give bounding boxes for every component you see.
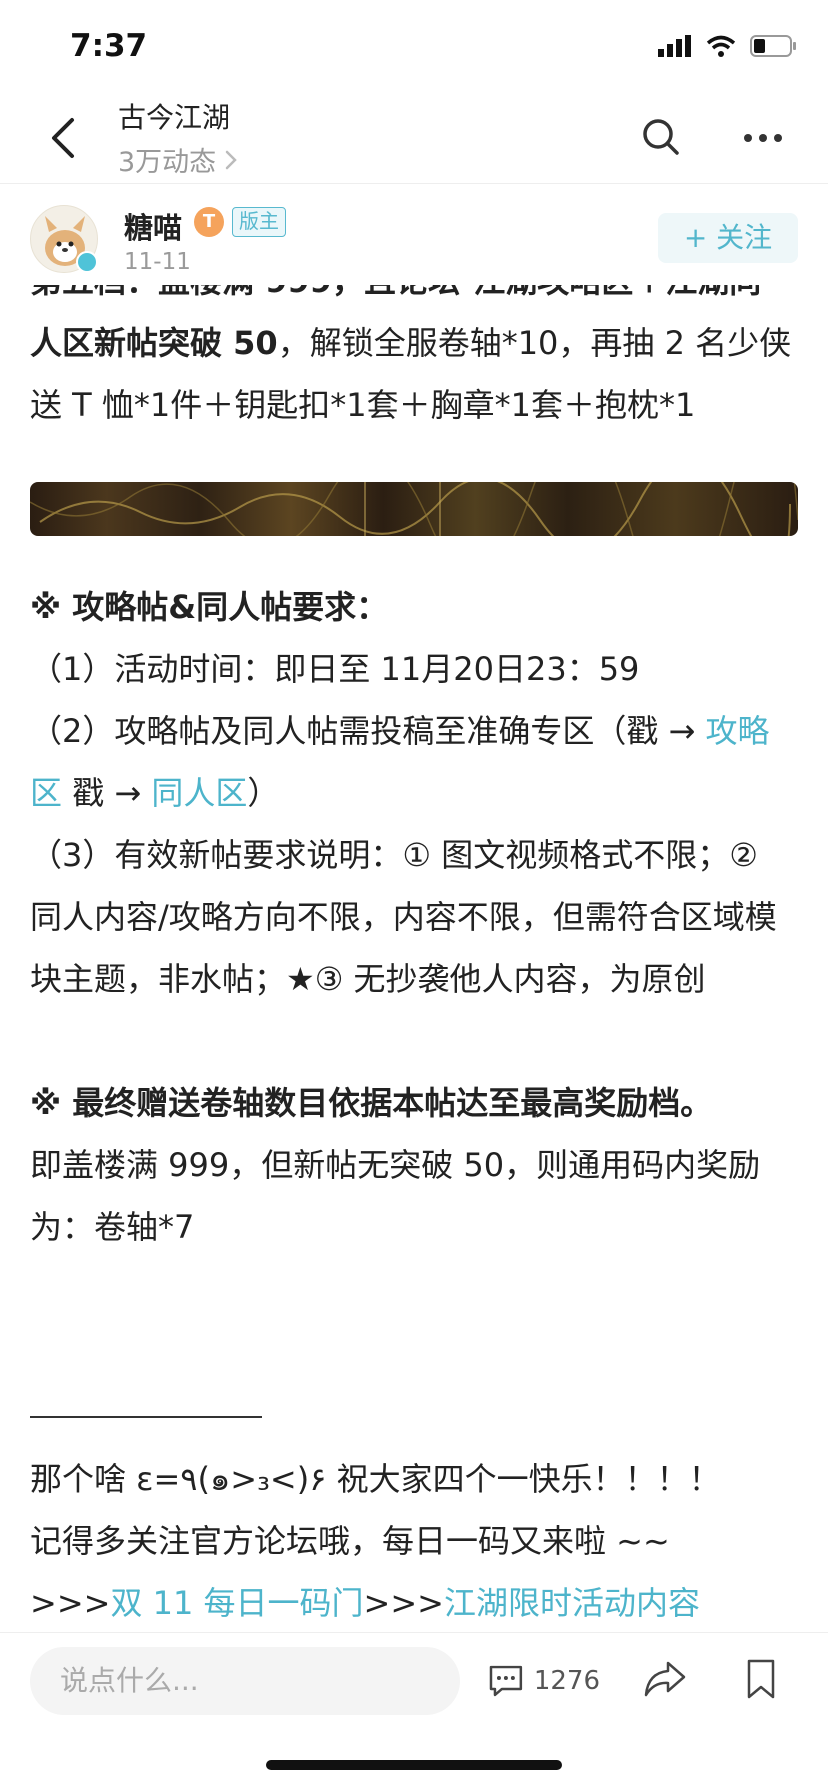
verified-icon — [76, 251, 98, 273]
fan-zone-link[interactable]: 同人区 — [151, 774, 247, 812]
chevron-right-icon — [225, 150, 237, 169]
requirement-1: （1）活动时间：即日至 11月20日23：59 — [30, 650, 640, 688]
more-icon — [744, 134, 782, 142]
bookmark-icon — [747, 1659, 775, 1699]
requirements-title: ※ 攻略帖&同人帖要求： — [30, 588, 389, 626]
forum-subtitle[interactable]: 3万动态 — [118, 140, 238, 179]
back-arrow-icon — [52, 118, 74, 158]
requirement-2-mid: 戳 → — [62, 774, 152, 812]
moderator-badge: 版主 — [232, 207, 286, 237]
forum-subtitle-text: 3万动态 — [118, 147, 217, 178]
arrow-prefix: >>> — [363, 1584, 444, 1622]
requirement-2-text: （2）攻略帖及同人帖需投稿至准确专区（戳 → — [30, 712, 706, 750]
arrow-prefix: >>> — [30, 1584, 111, 1622]
requirement-2: （2）攻略帖及同人帖需投稿至准确专区（戳 → 攻略区 戳 → 同人区） — [30, 700, 798, 824]
status-time: 7:37 — [70, 28, 148, 64]
post-content: 第五档：盖楼满 999，且论坛-江湖攻略区＋江湖同 人区新帖突破 50，解锁全服… — [0, 258, 828, 1630]
comment-button[interactable]: 1276 — [488, 1659, 600, 1703]
post-text: ，解锁全服卷轴*10，再抽 2 名少侠 — [277, 324, 792, 362]
text-divider — [30, 1416, 262, 1418]
comment-icon — [489, 1665, 523, 1697]
follow-button[interactable]: + 关注 — [658, 213, 798, 263]
signal-icon — [658, 35, 691, 57]
share-icon — [644, 1661, 686, 1697]
search-button[interactable] — [640, 116, 682, 158]
final-reward-title: ※ 最终赠送卷轴数目依据本帖达至最高奖励档。 — [30, 1084, 713, 1122]
post-date: 11-11 — [124, 249, 191, 275]
search-icon — [643, 119, 679, 155]
home-indicator[interactable] — [266, 1760, 562, 1770]
level-badge: T — [194, 207, 224, 237]
final-reward-text: 即盖楼满 999，但新帖无突破 50，则通用码内奖励为：卷轴*7 — [30, 1146, 761, 1246]
bookmark-button[interactable] — [744, 1657, 778, 1701]
comment-count: 1276 — [533, 1666, 600, 1696]
author-bar: 糖喵 T 版主 11-11 + 关注 — [0, 185, 828, 285]
greeting-text: 那个啥 ε=٩(๑>₃<)۶ 祝大家四个一快乐！！！！ — [30, 1460, 721, 1498]
wifi-icon — [706, 35, 736, 57]
reminder-text: 记得多关注官方论坛哦，每日一码又来啦 ~~ — [30, 1522, 670, 1560]
battery-icon — [750, 35, 796, 57]
bottom-action-bar: 说点什么... 1276 — [0, 1632, 828, 1732]
daily-code-link[interactable]: 双 11 每日一码门 — [110, 1584, 363, 1622]
decorative-banner-image — [30, 482, 798, 536]
more-button[interactable] — [742, 120, 784, 156]
comment-input[interactable]: 说点什么... — [30, 1647, 460, 1715]
banner-pattern — [30, 482, 798, 536]
requirement-2-end: ） — [247, 774, 280, 812]
author-name[interactable]: 糖喵 — [124, 205, 182, 247]
forum-title[interactable]: 古今江湖 — [118, 96, 230, 136]
status-icons — [658, 34, 798, 58]
status-bar: 7:37 — [0, 0, 828, 100]
back-button[interactable] — [44, 114, 84, 162]
event-content-link[interactable]: 江湖限时活动内容 — [444, 1584, 700, 1622]
links-line: >>>双 11 每日一码门>>>江湖限时活动内容 — [30, 1572, 798, 1630]
post-text-bold: 人区新帖突破 50 — [30, 324, 278, 362]
share-button[interactable] — [642, 1657, 688, 1701]
post-text-line: 送 T 恤*1件＋钥匙扣*1套＋胸章*1套＋抱枕*1 — [30, 386, 696, 424]
requirement-3: （3）有效新帖要求说明：① 图文视频格式不限；② 同人内容/攻略方向不限，内容不… — [30, 836, 777, 998]
post-text-line: 人区新帖突破 50，解锁全服卷轴*10，再抽 2 名少侠 — [30, 312, 798, 374]
nav-bar: 古今江湖 3万动态 — [0, 90, 828, 184]
